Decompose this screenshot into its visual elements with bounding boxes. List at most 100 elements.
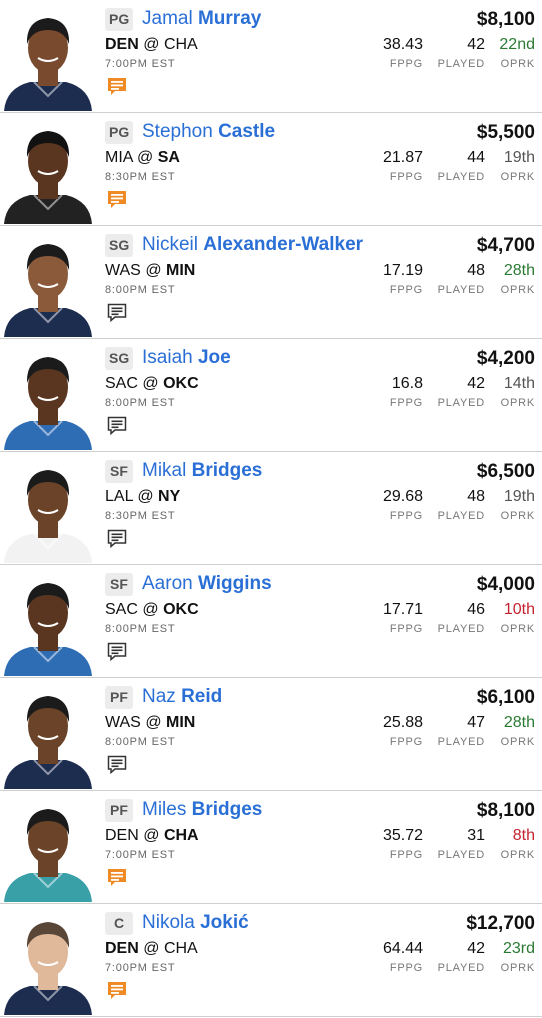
news-alert-icon[interactable] [106,980,128,1002]
player-name-link[interactable]: Aaron Wiggins [142,571,272,597]
played-stat: 44 PLAYED [438,148,485,184]
game-time: 8:00PM EST [105,397,176,409]
played-stat: 42 PLAYED [438,939,485,975]
played-label: PLAYED [437,284,485,296]
news-alert-icon[interactable] [106,189,128,211]
played-value: 42 [467,375,485,392]
team-abbr: DEN [105,36,139,53]
played-stat: 46 PLAYED [438,600,485,636]
fppg-value: 64.44 [382,940,423,957]
player-last-name: Castle [218,121,276,142]
oprk-label: OPRK [500,623,535,635]
news-icon[interactable] [106,754,128,776]
player-first-name: Miles [142,799,187,820]
played-value: 46 [467,601,485,618]
oprk-stat: 14th OPRK [501,374,535,410]
player-headshot [0,345,96,450]
player-row[interactable]: SG Nickeil Alexander-Walker $4,700 WAS @… [0,226,542,339]
position-badge: PF [105,799,133,822]
fppg-value: 25.88 [382,714,423,731]
news-icon[interactable] [106,302,128,324]
team-abbr: SAC [105,601,138,618]
oprk-label: OPRK [500,171,535,183]
oprk-label: OPRK [500,510,535,522]
player-last-name: Murray [197,8,262,29]
at-sign: @ [143,36,160,53]
oprk-value: 14th [503,375,535,392]
news-icon[interactable] [106,528,128,550]
player-row[interactable]: PG Stephon Castle $5,500 MIA @ SA 8:30PM… [0,113,542,226]
opponent-abbr: MIN [166,714,196,731]
matchup: DEN @ CHA [105,939,198,959]
player-name-link[interactable]: Nickeil Alexander-Walker [142,232,363,258]
fppg-value: 38.43 [382,36,423,53]
played-value: 47 [467,714,485,731]
played-label: PLAYED [437,623,485,635]
game-time: 8:30PM EST [105,510,176,522]
salary: $6,100 [476,687,535,708]
game-time: 7:00PM EST [105,962,176,974]
salary: $4,200 [476,348,535,369]
player-name-link[interactable]: Jamal Murray [142,6,261,32]
oprk-label: OPRK [500,58,535,70]
position-badge: PG [105,8,134,31]
position-badge: SF [105,460,133,483]
player-last-name: Alexander-Walker [203,234,364,255]
player-name-link[interactable]: Mikal Bridges [142,458,262,484]
team-abbr: WAS [105,262,141,279]
player-row[interactable]: SG Isaiah Joe $4,200 SAC @ OKC 8:00PM ES… [0,339,542,452]
fppg-stat: 17.71 FPPG [383,600,423,636]
at-sign: @ [145,262,162,279]
player-headshot [0,232,96,337]
player-name-link[interactable]: Isaiah Joe [142,345,231,371]
news-icon[interactable] [106,415,128,437]
player-row[interactable]: PF Miles Bridges $8,100 DEN @ CHA 7:00PM… [0,791,542,904]
team-abbr: DEN [105,940,139,957]
player-first-name: Mikal [142,460,187,481]
position-badge: PG [105,121,134,144]
at-sign: @ [143,827,160,844]
oprk-stat: 22nd OPRK [499,35,535,71]
played-label: PLAYED [437,397,485,409]
news-icon[interactable] [106,641,128,663]
position-badge: SG [105,234,134,257]
player-name-link[interactable]: Miles Bridges [142,797,262,823]
player-row[interactable]: PG Jamal Murray $8,100 DEN @ CHA 7:00PM … [0,0,542,113]
oprk-stat: 19th OPRK [501,148,535,184]
salary: $4,700 [476,235,535,256]
player-headshot [0,458,96,563]
played-stat: 47 PLAYED [438,713,485,749]
matchup: SAC @ OKC [105,374,199,394]
team-abbr: WAS [105,714,141,731]
at-sign: @ [137,488,154,505]
player-row[interactable]: C Nikola Jokić $12,700 DEN @ CHA 7:00PM … [0,904,542,1017]
fppg-label: FPPG [389,962,423,974]
game-time: 8:00PM EST [105,284,176,296]
position-badge: PF [105,686,133,709]
played-stat: 42 PLAYED [438,374,485,410]
matchup: WAS @ MIN [105,261,195,281]
fppg-label: FPPG [389,623,423,635]
team-abbr: SAC [105,375,138,392]
player-row[interactable]: SF Aaron Wiggins $4,000 SAC @ OKC 8:00PM… [0,565,542,678]
player-first-name: Aaron [142,573,193,594]
player-first-name: Jamal [142,8,193,29]
fppg-label: FPPG [389,171,423,183]
player-name-link[interactable]: Nikola Jokić [142,910,249,936]
oprk-label: OPRK [500,962,535,974]
played-value: 48 [467,262,485,279]
player-row[interactable]: PF Naz Reid $6,100 WAS @ MIN 8:00PM EST … [0,678,542,791]
team-abbr: MIA [105,149,133,166]
matchup: LAL @ NY [105,487,180,507]
news-alert-icon[interactable] [106,867,128,889]
player-headshot [0,571,96,676]
player-first-name: Nickeil [142,234,198,255]
opponent-abbr: CHA [163,827,199,844]
player-name-link[interactable]: Naz Reid [142,684,222,710]
player-row[interactable]: SF Mikal Bridges $6,500 LAL @ NY 8:30PM … [0,452,542,565]
fppg-value: 17.71 [382,601,423,618]
position-badge: SG [105,347,134,370]
team-abbr: LAL [105,488,133,505]
news-alert-icon[interactable] [106,76,128,98]
player-name-link[interactable]: Stephon Castle [142,119,275,145]
